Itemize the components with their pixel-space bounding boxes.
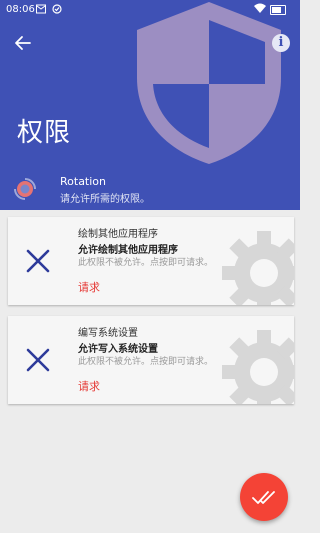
permission-status: 此权限不被允许。点按即可请求。 — [78, 357, 214, 367]
permission-name: 绘制其他应用程序 — [78, 229, 158, 240]
info-icon[interactable] — [272, 34, 290, 52]
page-title: 权限 — [17, 118, 72, 148]
gear-icon — [222, 330, 294, 404]
permission-label: 允许绘制其他应用程序 — [78, 245, 178, 256]
request-button[interactable]: 请求 — [78, 378, 100, 394]
request-button[interactable]: 请求 — [78, 279, 100, 295]
sync-icon — [52, 4, 62, 14]
gear-icon — [222, 231, 294, 305]
permission-card-write-settings[interactable]: 编写系统设置 允许写入系统设置 此权限不被允许。点按即可请求。 请求 — [8, 316, 294, 404]
notification-icon — [36, 4, 46, 14]
rotation-app-icon — [14, 178, 36, 200]
denied-x-icon — [26, 348, 50, 372]
back-arrow-icon[interactable] — [14, 34, 32, 52]
app-name: Rotation — [60, 175, 107, 188]
done-fab[interactable] — [240, 473, 288, 521]
app-description: 请允许所需的权限。 — [60, 194, 150, 205]
permission-status: 此权限不被允许。点按即可请求。 — [78, 258, 214, 268]
permission-card-overlay[interactable]: 绘制其他应用程序 允许绘制其他应用程序 此权限不被允许。点按即可请求。 请求 — [8, 217, 294, 305]
double-check-icon — [252, 491, 275, 504]
app-info-row: Rotation 请允许所需的权限。 — [0, 166, 300, 210]
status-time: 08:06 — [6, 4, 35, 15]
permission-label: 允许写入系统设置 — [78, 344, 158, 355]
denied-x-icon — [26, 249, 50, 273]
app-header: 08:06 权限 — [0, 0, 300, 166]
permission-name: 编写系统设置 — [78, 328, 138, 339]
shield-icon — [137, 2, 281, 164]
